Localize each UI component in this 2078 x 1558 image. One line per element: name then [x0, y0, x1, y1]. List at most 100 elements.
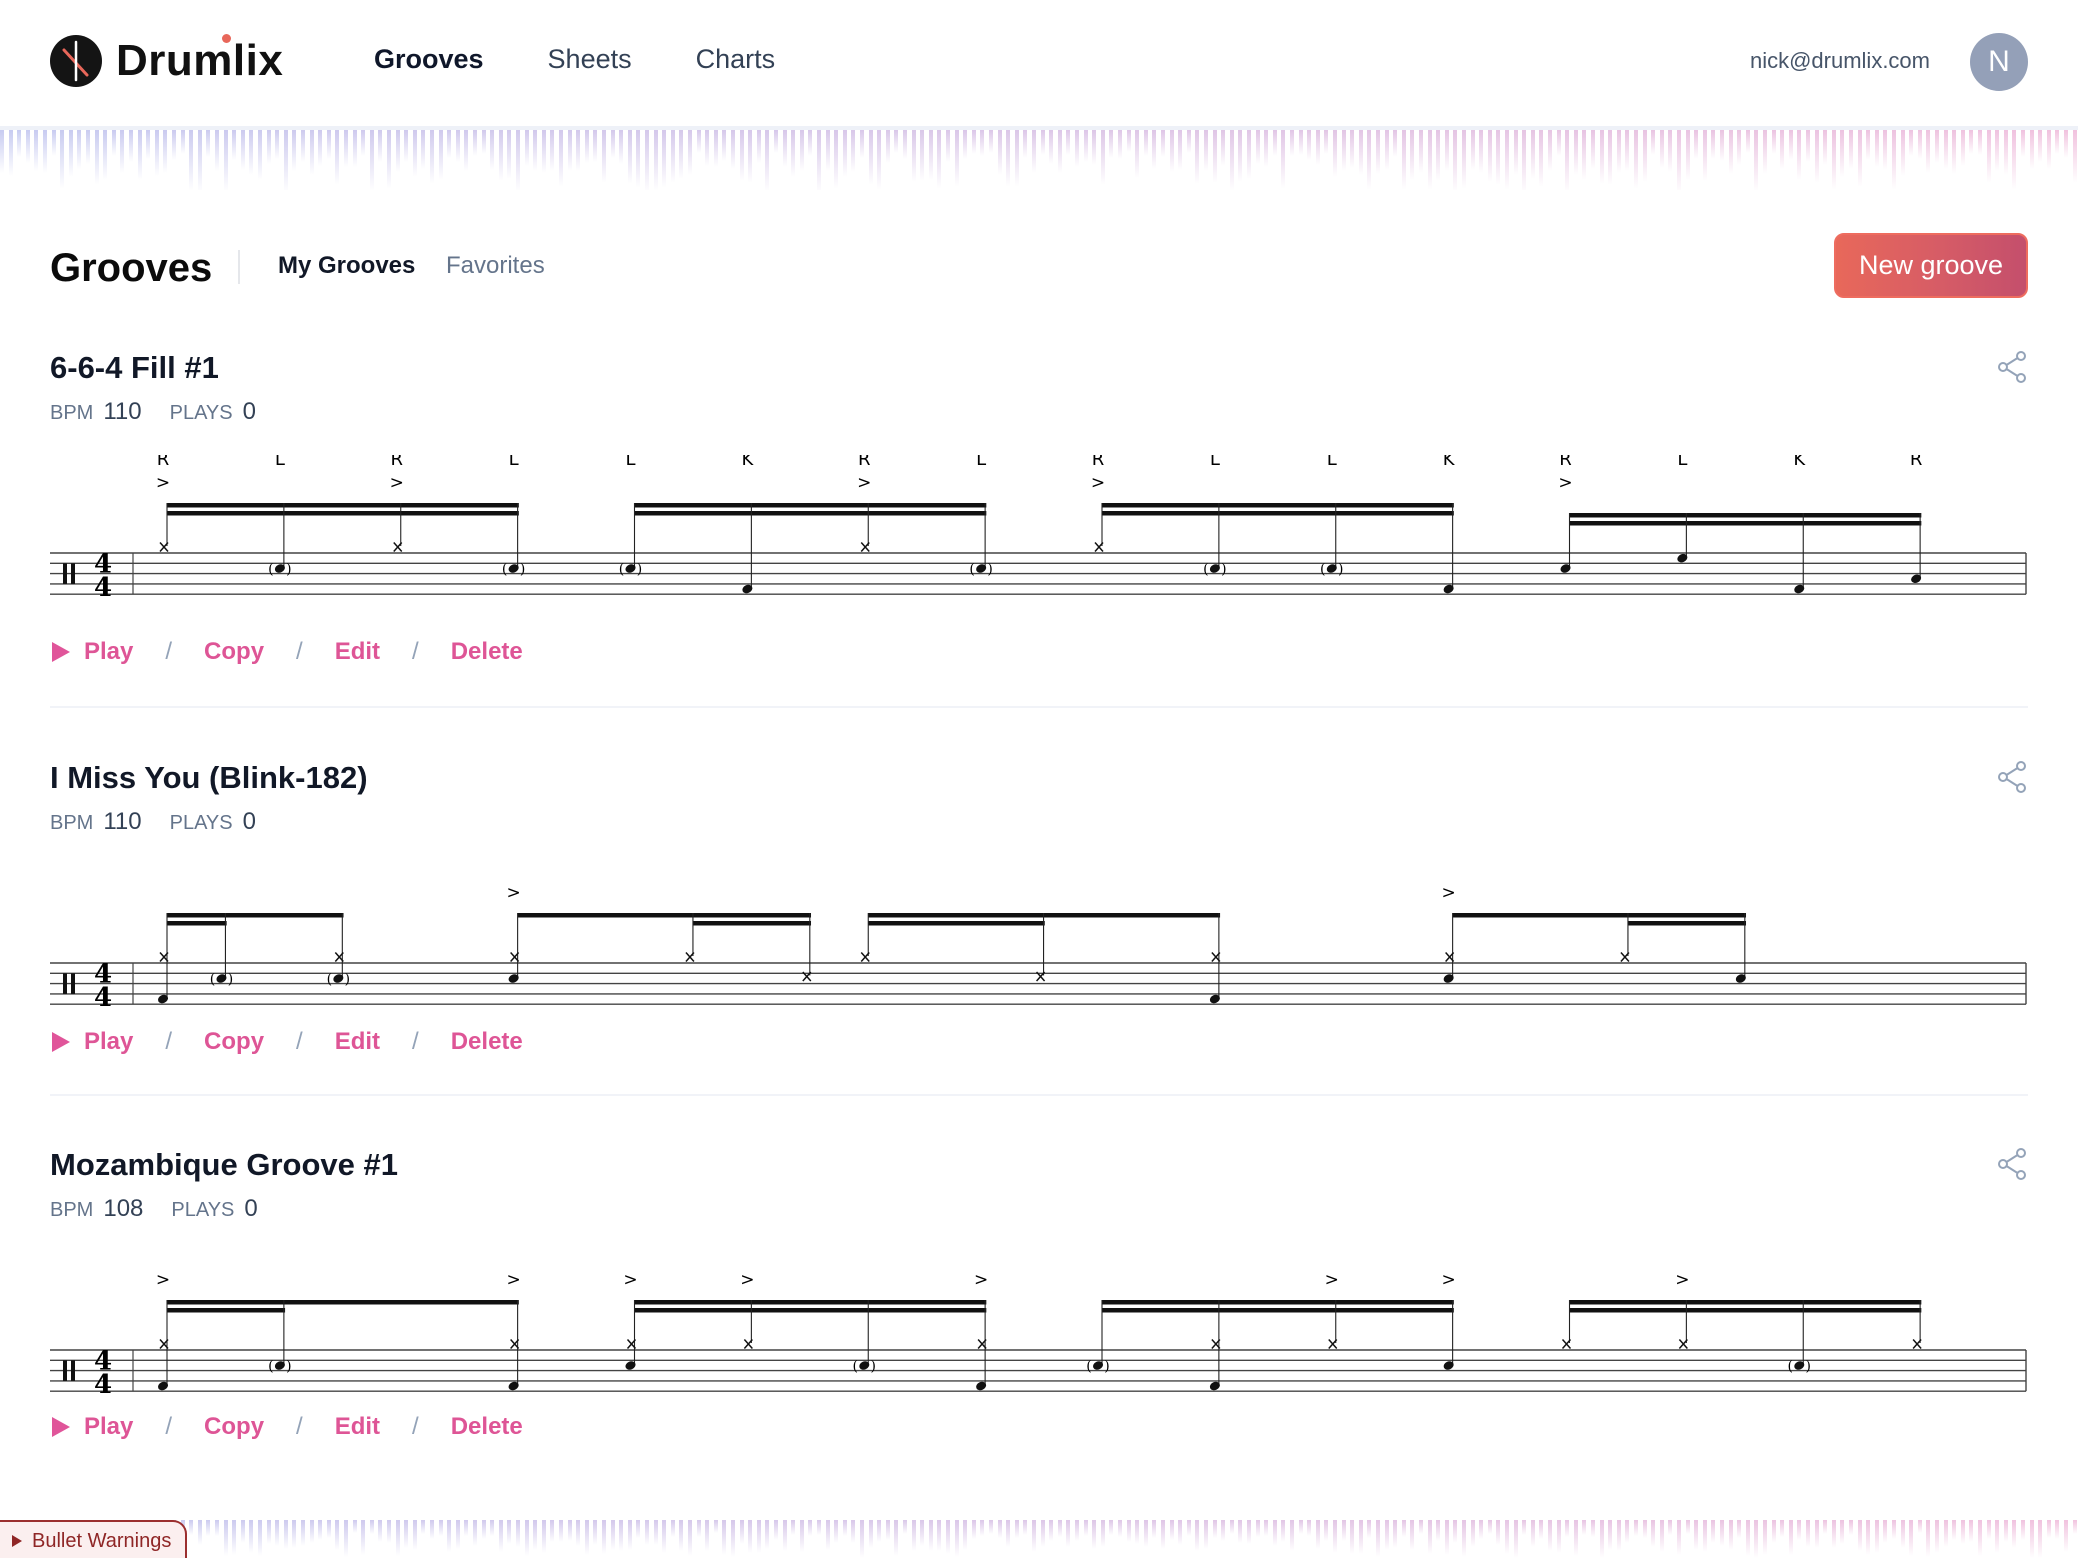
avatar[interactable]: N [1970, 33, 2028, 91]
copy-link[interactable]: Copy [204, 1028, 264, 1056]
bullet-warnings-label: Bullet Warnings [32, 1529, 172, 1552]
waveform-decoration-bottom [0, 1520, 2078, 1558]
user-email[interactable]: nick@drumlix.com [1750, 48, 1930, 74]
beam-secondary [167, 511, 519, 516]
waveform-bar [60, 130, 65, 189]
waveform-bar [1573, 130, 1578, 176]
waveform-bar [885, 1520, 890, 1541]
edit-link[interactable]: Edit [335, 638, 380, 666]
waveform-bar [94, 130, 99, 185]
delete-link[interactable]: Delete [451, 1028, 523, 1056]
waveform-bar [1754, 130, 1759, 190]
time-signature-bottom: 4 [94, 1370, 112, 1400]
waveform-bar [541, 130, 546, 174]
play-icon[interactable] [52, 1417, 70, 1437]
waveform-bar [765, 1520, 770, 1550]
waveform-bar [885, 130, 890, 164]
plays-value: 0 [242, 808, 256, 835]
waveform-bar [1049, 1520, 1054, 1541]
play-link[interactable]: Play [84, 1413, 133, 1441]
share-icon[interactable] [1996, 760, 2028, 794]
waveform-bar [1118, 1520, 1122, 1537]
ghost-paren-left: ( [1203, 561, 1208, 577]
delete-link[interactable]: Delete [451, 638, 523, 666]
header-divider [238, 250, 240, 284]
delete-link[interactable]: Delete [451, 1413, 523, 1441]
beam-secondary [1102, 1308, 1454, 1313]
waveform-bar [1212, 1520, 1217, 1539]
copy-link[interactable]: Copy [204, 1413, 264, 1441]
edit-link[interactable]: Edit [335, 1413, 380, 1441]
waveform-bar [1057, 1520, 1062, 1537]
waveform-bar [507, 130, 512, 180]
waveform-bar [1685, 130, 1690, 180]
action-separator: / [165, 1028, 173, 1055]
drum-notation-staff[interactable]: 44>()> > >()>()> > >() [50, 1252, 2028, 1412]
waveform-bar [1487, 1520, 1492, 1535]
waveform-bar [1444, 1520, 1449, 1556]
waveform-bar [1677, 130, 1681, 190]
play-link[interactable]: Play [84, 1028, 133, 1056]
waveform-bar [421, 130, 426, 170]
waveform-bar [1152, 130, 1157, 170]
nav-charts[interactable]: Charts [696, 44, 776, 75]
waveform-bar [1935, 1520, 1939, 1554]
waveform-bar [946, 130, 950, 162]
nav-grooves[interactable]: Grooves [374, 44, 484, 75]
waveform-bar [989, 1520, 993, 1534]
share-icon[interactable] [1996, 350, 2028, 384]
beam-primary [167, 503, 519, 508]
waveform-bar [163, 130, 168, 173]
beam-primary [167, 913, 344, 918]
waveform-bar [722, 130, 727, 162]
waveform-bar [34, 130, 39, 171]
page-title: Grooves [50, 246, 213, 290]
action-separator: / [165, 1413, 173, 1440]
beam-secondary [634, 1308, 987, 1313]
waveform-bar [1978, 1520, 1982, 1557]
edit-link[interactable]: Edit [335, 1028, 380, 1056]
waveform-bar [645, 1520, 649, 1546]
groove-title[interactable]: Mozambique Groove #1 [50, 1147, 398, 1183]
waveform-bar [2029, 130, 2034, 170]
waveform-bar [129, 130, 133, 163]
drum-notation-staff[interactable]: 44()()> > [50, 865, 2028, 1025]
waveform-bar [954, 130, 959, 187]
waveform-bar [911, 1520, 916, 1552]
waveform-bar [1384, 1520, 1389, 1550]
waveform-bar [1496, 1520, 1501, 1546]
waveform-bar [438, 1520, 443, 1536]
waveform-bar [490, 1520, 495, 1537]
ghost-paren-right: ) [987, 561, 992, 577]
beam-primary [517, 913, 812, 918]
waveform-bar [1720, 130, 1724, 161]
main-nav: Grooves Sheets Charts [374, 44, 775, 75]
bullet-warnings-toggle[interactable]: Bullet Warnings [0, 1520, 188, 1558]
waveform-bar [404, 130, 409, 163]
copy-link[interactable]: Copy [204, 638, 264, 666]
waveform-bar [2072, 1520, 2077, 1535]
waveform-bar [335, 130, 340, 185]
play-icon[interactable] [52, 642, 70, 662]
waveform-bar [1685, 1520, 1690, 1535]
waveform-bar [1591, 1520, 1595, 1538]
expand-triangle-icon [12, 1535, 22, 1547]
tab-my-grooves[interactable]: My Grooves [278, 252, 415, 280]
nav-sheets[interactable]: Sheets [548, 44, 632, 75]
tab-favorites[interactable]: Favorites [446, 252, 545, 280]
waveform-bar [739, 1520, 744, 1545]
waveform-bar [1849, 130, 1853, 169]
play-icon[interactable] [52, 1032, 70, 1052]
groove-title[interactable]: I Miss You (Blink-182) [50, 760, 368, 796]
share-icon[interactable] [1996, 1147, 2028, 1181]
new-groove-button[interactable]: New groove [1834, 233, 2028, 298]
brand-logo[interactable]: Drumlix [50, 34, 283, 87]
waveform-bar [524, 130, 529, 166]
groove-title[interactable]: 6-6-4 Fill #1 [50, 350, 219, 386]
play-link[interactable]: Play [84, 638, 133, 666]
waveform-bar [799, 130, 804, 171]
waveform-bar [1204, 1520, 1208, 1549]
waveform-bar [0, 130, 4, 173]
drum-notation-staff[interactable]: 44>R()L>R()L()L K>R()L>R()L()L K>R L K R [50, 455, 2028, 615]
waveform-bar [1135, 130, 1140, 179]
